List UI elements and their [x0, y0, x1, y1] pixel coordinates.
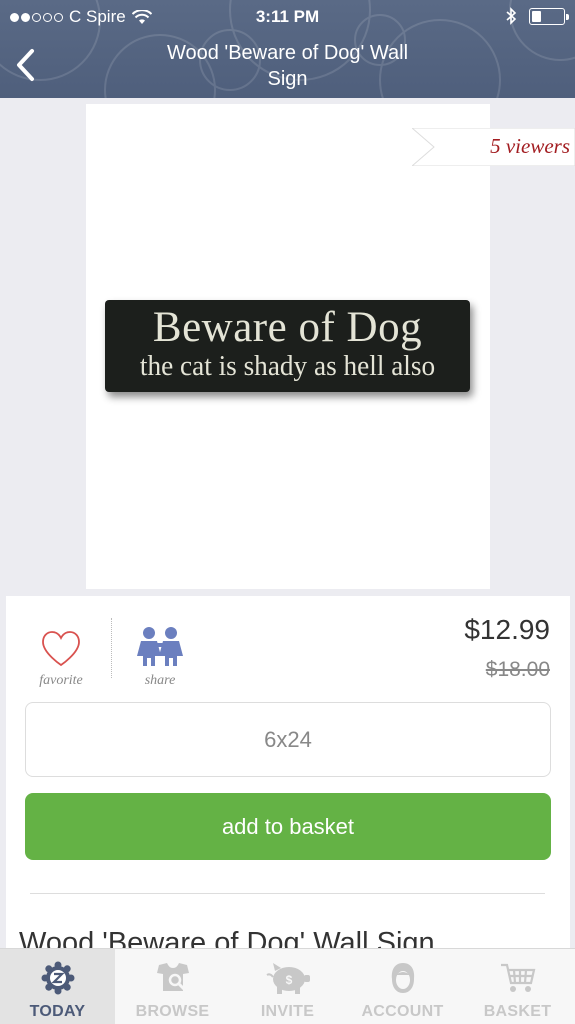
browse-icon — [156, 963, 189, 991]
size-option[interactable]: 6x24 — [25, 702, 551, 777]
bluetooth-icon — [506, 7, 517, 25]
status-time: 3:11 PM — [255, 7, 320, 26]
share-button[interactable]: share — [130, 626, 190, 689]
original-price: $18.00 — [485, 658, 550, 681]
sign-line1: Beware of Dog — [152, 304, 423, 351]
tab-label: BASKET — [483, 1003, 552, 1020]
battery-icon — [529, 7, 569, 25]
page-title: Wood 'Beware of Dog' Wall Sign — [90, 40, 485, 92]
svg-text:$: $ — [285, 973, 292, 987]
current-price: $12.99 — [464, 614, 550, 645]
favorite-button[interactable]: favorite — [30, 630, 92, 689]
add-to-basket-button[interactable]: add to basket — [25, 793, 551, 860]
tab-browse[interactable]: BROWSE — [115, 949, 230, 1024]
tab-invite[interactable]: $ INVITE — [230, 949, 345, 1024]
page-title-line2: Sign — [267, 68, 308, 90]
tab-account[interactable]: ACCOUNT — [345, 949, 460, 1024]
sign-line2: the cat is shady as hell also — [139, 350, 436, 382]
piggy-bank-icon: $ — [265, 963, 310, 994]
account-icon — [391, 963, 414, 993]
app-header: C Spire 3:11 PM Wood 'Beware of Dog' Wal… — [0, 0, 575, 98]
tab-label: BROWSE — [135, 1003, 210, 1020]
viewers-count: 5 viewers — [490, 134, 570, 158]
share-people-icon — [137, 627, 183, 666]
zulily-badge-icon — [41, 961, 74, 995]
heart-icon — [42, 631, 80, 667]
status-bar: C Spire 3:11 PM — [0, 0, 575, 34]
action-divider — [111, 618, 112, 678]
tab-basket[interactable]: BASKET — [460, 949, 575, 1024]
tab-label: ACCOUNT — [361, 1003, 444, 1020]
tab-today[interactable]: TODAY — [0, 949, 115, 1024]
product-sign-image: Beware of Dog the cat is shady as hell a… — [105, 300, 470, 392]
status-right — [505, 7, 569, 25]
chevron-left-icon — [17, 49, 34, 81]
section-divider — [30, 893, 545, 894]
basket-icon — [500, 963, 535, 992]
share-label: share — [144, 673, 176, 688]
tab-bar: TODAY BROWSE $ INVITE ACCOUNT BASKET — [0, 948, 575, 1024]
tab-label: INVITE — [260, 1003, 315, 1020]
page-title-line1: Wood 'Beware of Dog' Wall — [166, 42, 409, 64]
back-button[interactable] — [8, 42, 42, 88]
favorite-label: favorite — [39, 673, 83, 688]
tab-label: TODAY — [29, 1003, 86, 1020]
